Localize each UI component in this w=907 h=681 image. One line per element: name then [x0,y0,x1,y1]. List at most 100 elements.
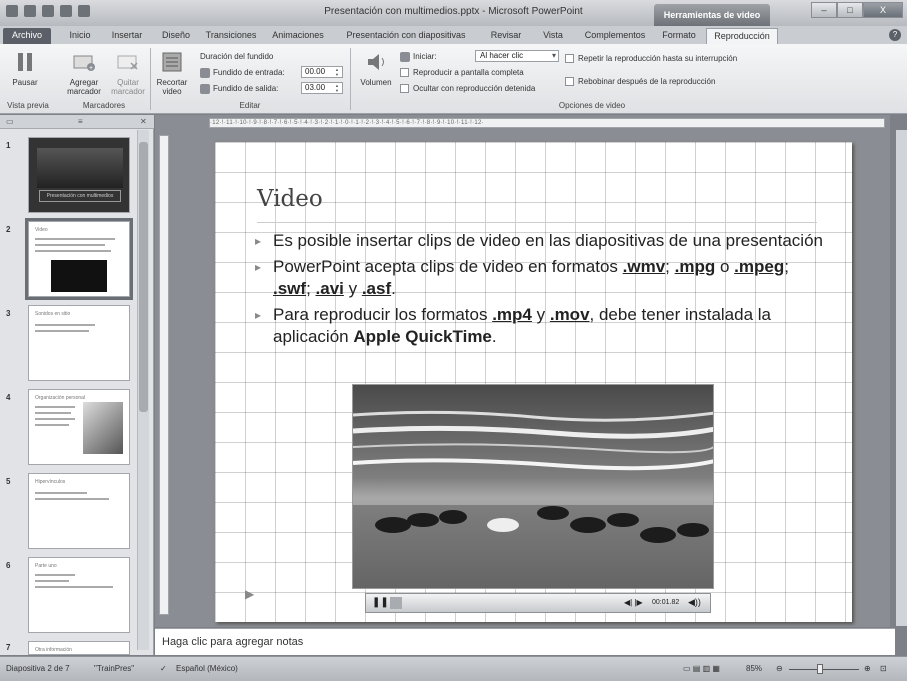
format-mp4: .mp4 [492,305,532,324]
tab-revisar[interactable]: Revisar [486,28,526,44]
close-panel-icon[interactable]: ✕ [140,117,147,126]
separator: . [391,279,396,298]
thumb-number: 3 [6,309,11,318]
main-scrollbar[interactable] [896,130,907,626]
repetir-checkbox[interactable]: Repetir la reproducción hasta su interru… [565,54,738,64]
bullet-text: Para reproducir los formatos [273,305,493,324]
volumen-button[interactable]: Volumen [357,50,395,87]
pause-icon[interactable]: ❚❚ [372,597,389,608]
ocultar-checkbox[interactable]: Ocultar con reproducción detenida [400,84,535,94]
slide-thumbnail-4[interactable]: Organización personal [28,389,130,465]
scrollbar-thumb[interactable] [139,142,148,412]
volumen-label: Volumen [360,78,392,87]
tab-inicio[interactable]: Inicio [60,28,100,44]
ribbon-tabs: Archivo Inicio Insertar Diseño Transicio… [0,26,907,44]
language-status[interactable]: Español (México) [176,664,238,673]
ribbon-separator [350,48,351,110]
recortar-video-label: Recortar video [156,78,188,96]
ribbon-separator [150,48,151,110]
checkbox-box[interactable] [565,54,574,64]
window-title: Presentación con multimedios.pptx - Micr… [324,6,583,17]
thumbnail-line [35,244,105,246]
thumbnail-line [35,492,87,494]
fit-window-icon[interactable]: ⊡ [880,664,887,673]
bullet-item: PowerPoint acepta clips de video en form… [253,256,828,300]
minimize-button[interactable]: – [811,2,837,18]
checkbox-box[interactable] [565,77,574,87]
tab-presentacion[interactable]: Presentación con diapositivas [336,28,476,44]
fundido-entrada-input[interactable]: 00.00 [301,66,343,78]
checkbox-box[interactable] [400,68,409,78]
trim-video-icon [162,52,182,72]
thumb-number: 2 [6,225,11,234]
slide-thumbnail-7[interactable]: Otra información [28,641,130,655]
bullet-text: PowerPoint acepta clips de video en form… [273,257,623,276]
thumb-number: 6 [6,561,11,570]
thumbnail-line [35,574,75,576]
horizontal-ruler: ·12·!·11·!·10·!·9·!·8·!·7·!·6·!·5·!·4·!·… [209,118,885,128]
view-buttons[interactable]: ▭ ▤ ▥ ▦ [683,664,720,673]
slides-scrollbar[interactable] [137,130,149,650]
zoom-in-icon[interactable]: ⊕ [864,664,871,673]
repetir-text: Repetir la reproducción hasta su interru… [578,54,738,63]
agregar-marcador-label: Agregar marcador [67,78,101,96]
tab-complementos[interactable]: Complementos [580,28,650,44]
agregar-marcador-button[interactable]: + Agregar marcador [60,50,108,96]
rebobinar-checkbox[interactable]: Rebobinar después de la reproducción [565,77,715,87]
slides-tab-icon[interactable]: ▭ [6,117,14,126]
checkbox-box[interactable] [400,84,409,94]
slide-thumbnail-2[interactable]: Video [25,218,133,300]
duracion-fundido-label: Duración del fundido [200,52,274,61]
video-frame[interactable] [352,384,714,589]
zoom-slider-thumb[interactable] [817,664,823,674]
recortar-video-button[interactable]: Recortar video [153,50,191,96]
quitar-marcador-button[interactable]: Quitar marcador [108,50,148,96]
slide-thumbnail-3[interactable]: Sonidos en sitio [28,305,130,381]
slide-thumbnail-1[interactable]: Presentación con multimedios [28,137,130,213]
group-label-editar: Editar [239,101,261,110]
reproducir-pantalla-checkbox[interactable]: Reproducir a pantalla completa [400,68,524,78]
tab-formato[interactable]: Formato [656,28,702,44]
volume-icon[interactable]: ◀)) [688,597,701,608]
fundido-salida-label: Fundido de salida: [200,84,278,94]
iniciar-select[interactable]: Al hacer clic [475,50,559,62]
zoom-level[interactable]: 85% [746,664,762,673]
help-icon[interactable]: ? [889,29,901,41]
close-button[interactable]: X [863,2,903,18]
tab-transiciones[interactable]: Transiciones [200,28,262,44]
thumbnail-line [35,586,113,588]
tab-diseno[interactable]: Diseño [154,28,198,44]
slide-thumbnail-5[interactable]: Hipervínculos [28,473,130,549]
fundido-entrada-label: Fundido de entrada: [200,68,285,78]
tab-animaciones[interactable]: Animaciones [266,28,330,44]
tab-reproduccion[interactable]: Reproducción [706,28,778,44]
animation-play-icon[interactable]: ▶ [245,587,254,601]
tab-vista[interactable]: Vista [535,28,571,44]
thumbnail-line [35,424,69,426]
slide-canvas[interactable]: Video Es posible insertar clips de video… [215,142,852,622]
slide-thumbnail-6[interactable]: Parte uno [28,557,130,633]
slide-title[interactable]: Video [257,186,323,212]
group-label-marcadores: Marcadores [82,101,126,110]
step-icon[interactable]: ◀| |▶ [624,598,643,607]
bullet-text: Es posible insertar clips de video en la… [273,231,823,250]
tab-insertar[interactable]: Insertar [104,28,150,44]
pausar-button[interactable]: Pausar [8,50,42,87]
zoom-slider[interactable] [789,669,859,670]
zoom-out-icon[interactable]: ⊖ [776,664,783,673]
thumbnail-image [37,148,123,188]
window-buttons: – □ X [811,2,903,18]
notes-pane[interactable]: Haga clic para agregar notas [155,628,895,655]
slides-panel: ▭ ≡ ✕ 1 Presentación con multimedios 2 V… [0,115,154,655]
progress-indicator[interactable] [390,597,402,609]
spellcheck-icon[interactable]: ✓ [160,664,167,673]
bullet-list[interactable]: Es posible insertar clips de video en la… [253,230,828,352]
maximize-button[interactable]: □ [837,2,863,18]
outline-tab-icon[interactable]: ≡ [78,117,83,126]
thumb-number: 4 [6,393,11,402]
thumbnail-line [35,238,115,240]
bullet-item: Para reproducir los formatos .mp4 y .mov… [253,304,828,348]
fundido-salida-input[interactable]: 03.00 [301,82,343,94]
separator: ; [784,257,789,276]
tab-archivo[interactable]: Archivo [3,28,51,44]
